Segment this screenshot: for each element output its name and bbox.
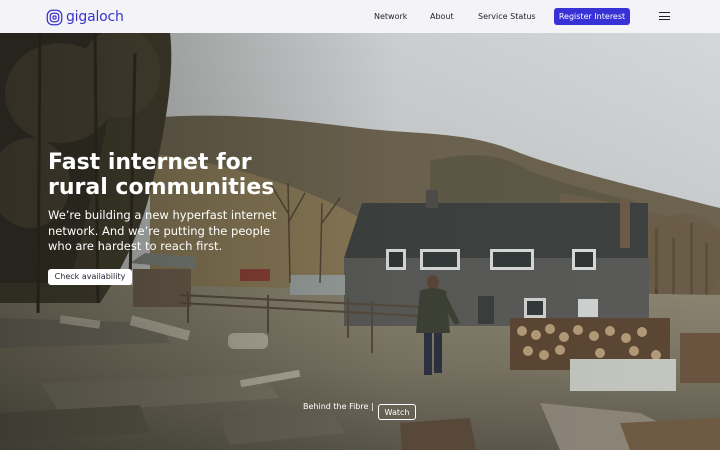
video-separator: | bbox=[371, 402, 374, 411]
nav-link-service-status[interactable]: Service Status bbox=[478, 10, 536, 23]
video-title: Behind the Fibre bbox=[303, 402, 369, 411]
check-availability-button[interactable]: Check availability bbox=[48, 269, 132, 285]
site-header: gigaloch Network About Service Status Re… bbox=[0, 0, 720, 33]
watch-video-button[interactable]: Watch bbox=[378, 404, 416, 420]
hero-headline-line: Fast internet for bbox=[48, 150, 252, 175]
hero-subtitle-line: network. And we’re putting the people bbox=[48, 223, 271, 238]
hero-subtitle: We’re building a new hyperfast internet … bbox=[48, 208, 288, 255]
nav-link-network[interactable]: Network bbox=[374, 10, 407, 23]
nav-link-about[interactable]: About bbox=[430, 10, 454, 23]
brand-name: gigaloch bbox=[66, 9, 124, 25]
hero-headline-line: rural communities bbox=[48, 175, 275, 200]
hamburger-menu-icon[interactable] bbox=[658, 11, 672, 21]
logo[interactable]: gigaloch bbox=[46, 7, 124, 27]
register-interest-button[interactable]: Register Interest bbox=[554, 8, 630, 25]
hero-subtitle-line: We’re building a new hyperfast internet bbox=[48, 208, 277, 222]
concentric-rounded-square-icon bbox=[46, 9, 63, 25]
hero-headline: Fast internet for rural communities bbox=[48, 150, 348, 200]
hero-subtitle-line: who are hardest to reach first. bbox=[48, 239, 223, 253]
